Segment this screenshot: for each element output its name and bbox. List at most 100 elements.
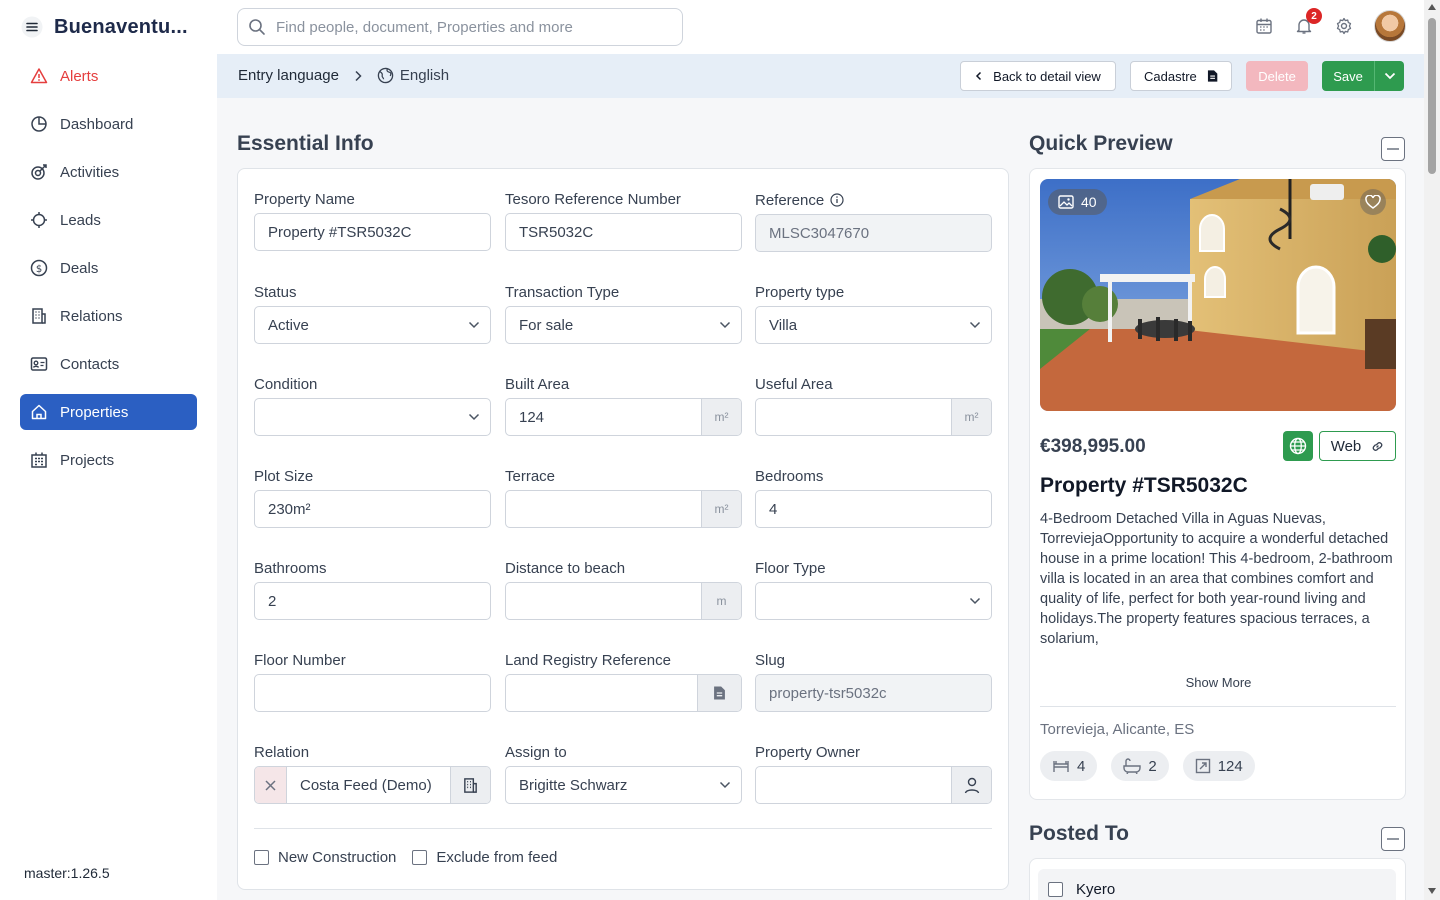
sidebar-item-label: Leads [60, 211, 101, 229]
sidebar-item-relations[interactable]: Relations [20, 298, 197, 334]
built-area-input[interactable]: 124 m² [505, 398, 742, 436]
field-label: Land Registry Reference [505, 652, 671, 669]
user-avatar[interactable] [1374, 10, 1406, 42]
bathrooms-count: 2 [1148, 757, 1157, 775]
pie-chart-icon [31, 116, 47, 132]
chevron-down-icon [969, 321, 981, 329]
distance-to-beach-input[interactable]: m [505, 582, 742, 620]
sidebar-item-projects[interactable]: Projects [20, 442, 197, 478]
transaction-type-field: Transaction Type For sale [505, 283, 742, 344]
sidebar-item-dashboard[interactable]: Dashboard [20, 106, 197, 142]
exclude-from-feed-checkbox[interactable]: Exclude from feed [412, 849, 557, 866]
form-divider [254, 828, 992, 829]
back-to-detail-button[interactable]: Back to detail view [960, 61, 1116, 91]
terrace-input[interactable]: m² [505, 490, 742, 528]
floor-type-field: Floor Type [755, 559, 992, 620]
property-name-field: Property Name Property #TSR5032C [254, 190, 491, 251]
select-owner-button[interactable] [951, 767, 991, 803]
save-button[interactable]: Save [1322, 61, 1374, 91]
global-search[interactable] [237, 8, 683, 46]
page-scrollbar[interactable] [1424, 0, 1440, 900]
sidebar-item-contacts[interactable]: Contacts [20, 346, 197, 382]
condition-select[interactable] [254, 398, 491, 436]
property-type-select[interactable]: Villa [755, 306, 992, 344]
chevron-left-icon [976, 71, 982, 81]
field-label: Terrace [505, 468, 556, 485]
cadastre-lookup-button[interactable] [697, 675, 741, 711]
clear-relation-button[interactable] [255, 767, 287, 803]
calendar-button[interactable] [1254, 16, 1274, 36]
slug-input: property-tsr5032c [755, 674, 992, 712]
sidebar-item-label: Relations [60, 307, 123, 325]
photo-count-badge[interactable]: 40 [1048, 189, 1107, 215]
collapse-posted-button[interactable] [1381, 827, 1405, 851]
bed-icon [1053, 761, 1069, 772]
info-icon[interactable] [830, 193, 844, 207]
sidebar-item-activities[interactable]: Activities [20, 154, 197, 190]
publish-web-button[interactable] [1283, 431, 1313, 461]
language-selector[interactable]: English [377, 67, 449, 84]
sidebar-item-leads[interactable]: Leads [20, 202, 197, 238]
property-owner-input[interactable] [755, 766, 992, 804]
cadastre-button[interactable]: Cadastre [1130, 61, 1232, 91]
sidebar-item-properties[interactable]: Properties [20, 394, 197, 430]
posted-to-title: Posted To [1029, 822, 1129, 845]
property-location: Torrevieja, Alicante, ES [1040, 721, 1195, 738]
sidebar-item-deals[interactable]: $ Deals [20, 250, 197, 286]
top-bar: 2 [217, 0, 1424, 54]
cadastre-button-label: Cadastre [1144, 68, 1197, 84]
minus-icon [1387, 148, 1399, 150]
chevron-right-icon [355, 70, 362, 81]
floor-number-input[interactable] [254, 674, 491, 712]
notifications-button[interactable]: 2 [1294, 8, 1322, 36]
posted-to-card: Kyero [1029, 858, 1406, 900]
useful-area-input[interactable]: m² [755, 398, 992, 436]
relation-input[interactable]: Costa Feed (Demo) [254, 766, 491, 804]
chevron-down-icon [719, 781, 731, 789]
new-construction-checkbox[interactable]: New Construction [254, 849, 396, 866]
checkbox-box[interactable] [254, 850, 269, 865]
sidebar: Buenaventu... Alerts Dashboard Activitie… [0, 0, 217, 900]
settings-button[interactable] [1334, 16, 1354, 36]
slug-field: Slug property-tsr5032c [755, 651, 992, 712]
checkbox-box[interactable] [412, 850, 428, 865]
building-icon [464, 777, 477, 793]
scroll-thumb[interactable] [1428, 18, 1436, 174]
plot-size-field: Plot Size 230m² [254, 467, 491, 528]
built-area-field: Built Area 124 m² [505, 375, 742, 436]
assign-to-select[interactable]: Brigitte Schwarz [505, 766, 742, 804]
quick-preview-title: Quick Preview [1029, 132, 1173, 155]
tesoro-reference-input[interactable]: TSR5032C [505, 213, 742, 251]
property-photo[interactable]: 40 [1040, 179, 1396, 411]
land-registry-input[interactable] [505, 674, 742, 712]
field-label: Bathrooms [254, 560, 327, 577]
breadcrumb: Entry language English [238, 67, 449, 84]
web-link-button[interactable]: Web [1319, 431, 1396, 461]
favorite-button[interactable] [1360, 189, 1386, 215]
status-select[interactable]: Active [254, 306, 491, 344]
scroll-up-arrow[interactable] [1428, 4, 1436, 10]
select-relation-button[interactable] [450, 767, 490, 803]
checkbox-box[interactable] [1048, 881, 1063, 897]
land-registry-field: Land Registry Reference [505, 651, 742, 712]
delete-button[interactable]: Delete [1246, 61, 1308, 91]
menu-toggle-button[interactable] [20, 15, 44, 39]
floor-type-select[interactable] [755, 582, 992, 620]
bathrooms-input[interactable]: 2 [254, 582, 491, 620]
svg-text:$: $ [36, 264, 42, 275]
collapse-preview-button[interactable] [1381, 137, 1405, 161]
property-name-input[interactable]: Property #TSR5032C [254, 213, 491, 251]
unit-suffix: m² [701, 491, 741, 527]
portal-item-kyero[interactable]: Kyero [1038, 869, 1396, 900]
show-more-link[interactable]: Show More [1030, 675, 1407, 690]
sidebar-item-alerts[interactable]: Alerts [20, 58, 197, 94]
transaction-type-select[interactable]: For sale [505, 306, 742, 344]
search-input[interactable] [276, 18, 666, 36]
field-label: Built Area [505, 376, 570, 393]
save-options-button[interactable] [1374, 61, 1404, 91]
plot-size-input[interactable]: 230m² [254, 490, 491, 528]
bedrooms-input[interactable]: 4 [755, 490, 992, 528]
field-label: Condition [254, 376, 318, 393]
bathtub-icon [1123, 758, 1142, 774]
scroll-down-arrow[interactable] [1428, 888, 1436, 894]
